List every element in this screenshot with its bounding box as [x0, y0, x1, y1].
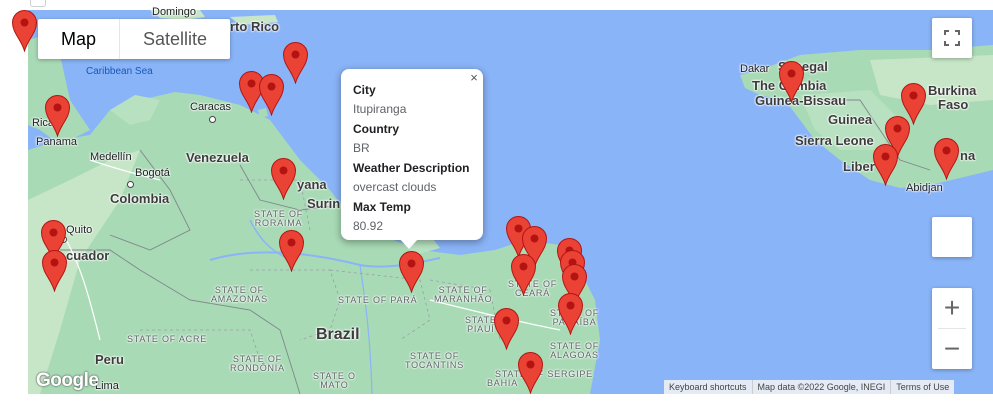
keyboard-shortcuts-link[interactable]: Keyboard shortcuts — [664, 380, 752, 394]
satellite-button[interactable]: Satellite — [120, 19, 230, 59]
label-abidjan: Abidjan — [906, 182, 943, 194]
label-state-alagoas: STATE OF ALAGOAS — [550, 341, 600, 360]
label-quito: Quito — [66, 224, 93, 236]
label-state-rondonia: STATE OF RONDÔNIA — [230, 354, 285, 373]
info-window-tail — [400, 239, 418, 249]
info-label-max-temp: Max Temp — [353, 200, 411, 214]
label-liberia: Liber — [843, 159, 875, 174]
map-pin-icon — [510, 254, 536, 297]
marker-13[interactable] — [510, 253, 537, 297]
map-pin-icon — [778, 61, 804, 104]
label-state-maranhao: STATE OF MARANHÃO — [434, 285, 493, 304]
top-stub — [30, 0, 46, 7]
marker-8[interactable] — [270, 157, 297, 201]
label-state-roraima: STATE OF RORAIMA — [254, 209, 304, 228]
dot-caracas — [209, 116, 216, 123]
label-puerto-rico: rto Rico — [230, 19, 280, 34]
label-state-tocantins: STATE OF TOCANTINS — [405, 351, 465, 370]
marker-1[interactable] — [11, 9, 38, 53]
info-label-weather: Weather Description — [353, 161, 470, 175]
marker-20[interactable] — [778, 60, 805, 104]
map-pin-icon — [44, 95, 70, 138]
info-window: City Itupiranga Country BR Weather Descr… — [341, 69, 483, 240]
marker-23[interactable] — [872, 143, 899, 187]
info-value-country: BR — [353, 141, 370, 155]
label-venezuela: Venezuela — [186, 150, 249, 165]
label-faso: Faso — [938, 97, 969, 112]
google-logo-text: Google — [36, 370, 99, 391]
label-peru: Peru — [95, 352, 124, 367]
label-colombia: Colombia — [110, 191, 170, 206]
label-brazil: Brazil — [316, 326, 360, 343]
label-ghana: na — [960, 148, 976, 163]
top-strip — [0, 0, 993, 10]
terms-of-use-link[interactable]: Terms of Use — [890, 380, 954, 394]
info-value-max-temp: 80.92 — [353, 219, 384, 233]
map-pin-icon — [557, 293, 583, 336]
label-state-acre: STATE OF ACRE — [127, 334, 208, 344]
label-state-bahia: BAHIA — [487, 378, 519, 388]
map-pin-icon — [933, 138, 959, 181]
marker-18[interactable] — [493, 307, 520, 351]
label-state-amazonas: STATE OF AMAZONAS — [211, 285, 268, 304]
map-pin-icon — [872, 144, 898, 187]
marker-24[interactable] — [933, 137, 960, 181]
map-pin-icon — [517, 352, 543, 395]
info-label-country: Country — [353, 122, 399, 136]
attribution-bar: Keyboard shortcuts Map data ©2022 Google… — [664, 380, 955, 394]
zoom-in-button[interactable]: + — [932, 288, 972, 328]
marker-5[interactable] — [282, 41, 309, 85]
zoom-control: + − — [932, 288, 972, 369]
zoom-out-button[interactable]: − — [932, 329, 972, 369]
label-guinea: Guinea — [828, 112, 873, 127]
fullscreen-icon — [944, 30, 960, 46]
label-domingo: Domingo — [152, 6, 197, 18]
map-pin-icon — [398, 251, 424, 294]
map-data-text: Map data ©2022 Google, INEGI — [751, 380, 891, 394]
marker-4[interactable] — [41, 249, 68, 293]
fullscreen-button[interactable] — [932, 18, 972, 58]
marker-2[interactable] — [44, 94, 71, 138]
marker-9[interactable] — [278, 229, 305, 273]
label-state-para: STATE OF PARÁ — [338, 295, 418, 305]
info-value-weather: overcast clouds — [353, 180, 437, 194]
label-lima: Lima — [95, 380, 119, 392]
marker-19[interactable] — [517, 351, 544, 395]
label-sierra-leone: Sierra Leone — [795, 133, 874, 148]
info-value-city: Itupiranga — [353, 102, 407, 116]
label-guyana: yana — [297, 177, 327, 192]
label-suriname: Surin — [307, 196, 341, 211]
label-caracas: Caracas — [190, 101, 231, 113]
google-logo: Google — [36, 370, 99, 392]
map-type-control: Map Satellite — [38, 19, 231, 59]
map-button[interactable]: Map — [38, 19, 119, 59]
marker-17[interactable] — [557, 292, 584, 336]
label-state-mato: STATE O MATO — [313, 371, 356, 390]
close-icon[interactable]: × — [465, 69, 483, 87]
marker-7[interactable] — [258, 73, 285, 117]
map-pin-icon — [41, 250, 67, 293]
map-pin-icon — [278, 230, 304, 273]
map-pin-icon — [258, 74, 284, 117]
map-pin-icon — [270, 158, 296, 201]
label-panama: Panama — [36, 136, 77, 148]
marker-10[interactable] — [398, 250, 425, 294]
dot-bogota — [127, 181, 134, 188]
label-medellin: Medellín — [90, 151, 132, 163]
street-view-button[interactable] — [932, 217, 972, 257]
label-dakar: Dakar — [740, 63, 770, 75]
map-pin-icon — [282, 42, 308, 85]
label-burkina: Burkina — [928, 83, 977, 98]
map-pin-icon — [11, 10, 37, 53]
label-bogota: Bogotá — [135, 167, 170, 179]
map-pin-icon — [493, 308, 519, 351]
pegman-icon — [932, 217, 972, 257]
label-caribbean-sea: Caribbean Sea — [86, 66, 153, 77]
info-label-city: City — [353, 83, 376, 97]
label-ecuador: cuador — [66, 248, 110, 263]
